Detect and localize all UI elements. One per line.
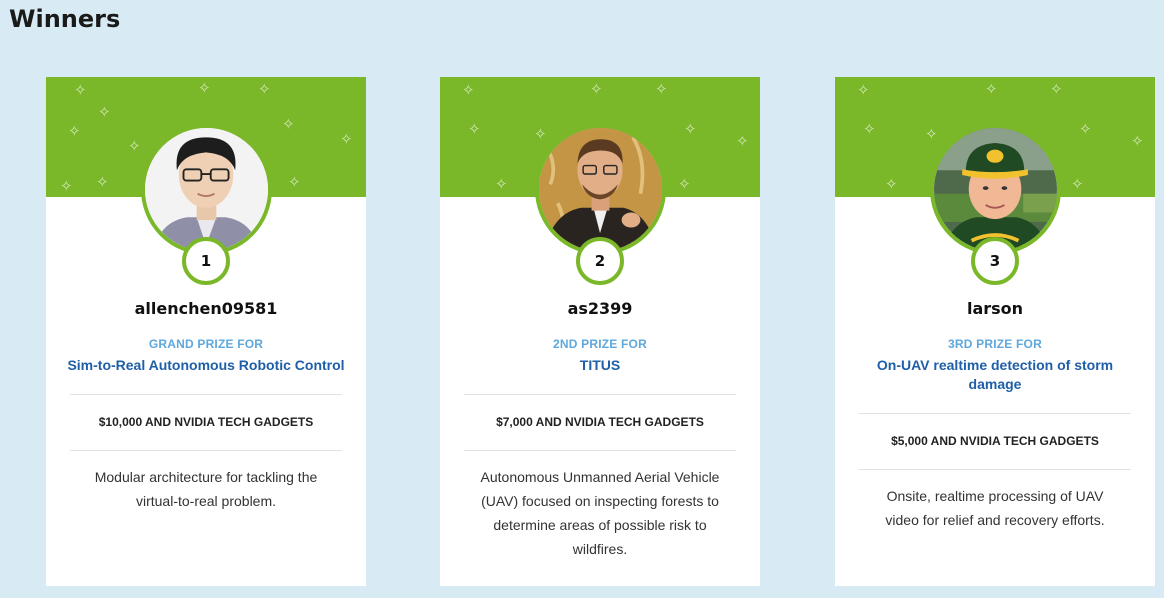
winner-username: larson [966,299,1024,318]
rank-badge: 3 [971,237,1019,285]
avatar-photo [934,128,1057,251]
avatar [535,124,666,255]
prize-amount: $5,000 AND NVIDIA TECH GADGETS [891,434,1099,448]
avatar-photo [539,128,662,251]
sparkle-icon: ✧ [68,122,81,140]
winner-card-2: ✧ ✧ ✧ ✧ ✧ ✧ ✧ ✧ ✧ 2 as2399 2ND PRIZE FOR… [440,77,760,586]
prize-amount: $10,000 AND NVIDIA TECH GADGETS [98,415,314,429]
sparkle-icon: ✧ [1071,175,1084,193]
prize-amount: $7,000 AND NVIDIA TECH GADGETS [496,415,704,429]
divider [464,450,736,451]
sparkle-icon: ✧ [863,120,876,138]
project-description: Autonomous Unmanned Aerial Vehicle (UAV)… [480,469,720,557]
project-link[interactable]: Sim-to-Real Autonomous Robotic Control [46,356,366,375]
winner-username: as2399 [567,299,633,318]
sparkle-icon: ✧ [340,130,353,148]
page-title: Winners [9,5,121,33]
sparkle-icon: ✧ [736,132,749,150]
winner-card-1: ✧ ✧ ✧ ✧ ✧ ✧ ✧ ✧ ✧ ✧ ✧ 1 allenchen09581 G… [46,77,366,586]
sparkle-icon: ✧ [282,115,295,133]
project-link[interactable]: TITUS [440,356,760,375]
sparkle-icon: ✧ [590,80,603,98]
avatar-photo [145,128,268,251]
sparkle-icon: ✧ [885,175,898,193]
project-description: Onsite, realtime processing of UAV video… [885,488,1105,528]
project-link[interactable]: On-UAV realtime detection of storm damag… [835,356,1155,394]
winner-card-3: ✧ ✧ ✧ ✧ ✧ ✧ ✧ ✧ ✧ 3 larson 3RD PRIZE FOR [835,77,1155,586]
sparkle-icon: ✧ [655,80,668,98]
divider [70,450,342,451]
sparkle-icon: ✧ [857,81,870,99]
sparkle-icon: ✧ [678,175,691,193]
winner-username: allenchen09581 [134,299,278,318]
sparkle-icon: ✧ [495,175,508,193]
sparkle-icon: ✧ [96,173,109,191]
prize-label: GRAND PRIZE FOR [148,337,264,351]
sparkle-icon: ✧ [1079,120,1092,138]
sparkle-icon: ✧ [198,79,211,97]
sparkle-icon: ✧ [60,177,73,195]
sparkle-icon: ✧ [468,120,481,138]
sparkle-icon: ✧ [985,80,998,98]
sparkle-icon: ✧ [258,80,271,98]
sparkle-icon: ✧ [684,120,697,138]
sparkle-icon: ✧ [534,125,547,143]
prize-label: 3RD PRIZE FOR [948,337,1042,351]
sparkle-icon: ✧ [1050,80,1063,98]
sparkle-icon: ✧ [925,125,938,143]
sparkle-icon: ✧ [288,173,301,191]
avatar [930,124,1061,255]
sparkle-icon: ✧ [462,81,475,99]
project-description: Modular architecture for tackling the vi… [94,469,318,509]
sparkle-icon: ✧ [128,137,141,155]
sparkle-icon: ✧ [74,81,87,99]
avatar [141,124,272,255]
divider [859,469,1131,470]
rank-badge: 2 [576,237,624,285]
rank-badge: 1 [182,237,230,285]
prize-label: 2ND PRIZE FOR [553,337,647,351]
sparkle-icon: ✧ [98,103,111,121]
sparkle-icon: ✧ [1131,132,1144,150]
